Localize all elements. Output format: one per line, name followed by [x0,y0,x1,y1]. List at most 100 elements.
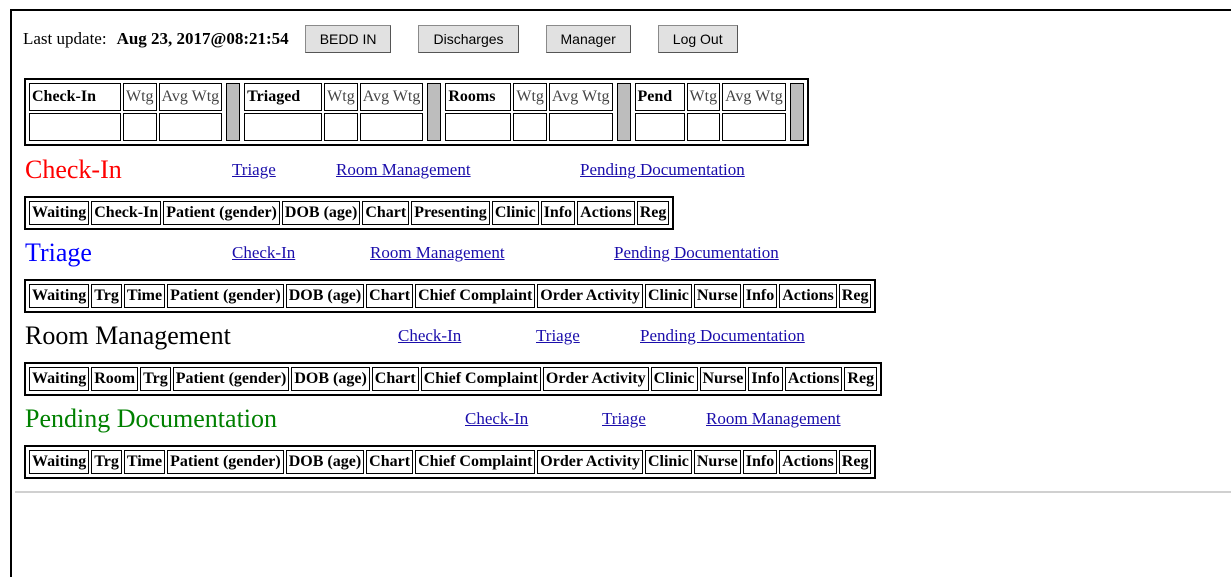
summary-label: Rooms [445,83,512,111]
column-header: Reg [636,201,670,225]
column-header: Clinic [644,284,692,308]
link-room-management[interactable]: Room Management [706,409,841,429]
link-pending-documentation[interactable]: Pending Documentation [640,326,805,346]
column-header: Order Activity [542,367,649,391]
column-header: Chief Complaint [415,450,536,474]
column-header: Actions [779,450,837,474]
column-header: Clinic [491,201,539,225]
column-header: Clinic [650,367,698,391]
section-title: Pending Documentation [25,404,278,433]
column-header: Reg [844,367,878,391]
summary-avg-label: Avg Wtg [158,83,223,111]
column-header: Chief Complaint [415,284,536,308]
column-header: Nurse [693,284,741,308]
last-update-timestamp: Aug 23, 2017@08:21:54 [116,29,289,48]
column-header: Trg [140,367,171,391]
summary-wtg-cell [686,113,721,141]
link-room-management[interactable]: Room Management [370,243,505,263]
summary-wtg-label: Wtg [123,83,157,111]
column-header: Patient (gender) [163,201,280,225]
column-header: Info [540,201,576,225]
column-header: Nurse [693,450,741,474]
summary-avg-cell [158,113,223,141]
column-header: Actions [779,284,837,308]
column-header: Patient (gender) [167,284,284,308]
column-header: Waiting [29,450,90,474]
pending-documentation-table: Waiting Trg Time Patient (gender) DOB (age) C… [24,445,877,479]
link-pending-documentation[interactable]: Pending Documentation [580,160,745,180]
link-check-in[interactable]: Check-In [232,243,295,263]
summary-wtg-cell [123,113,157,141]
summary-triaged: Triaged Wtg Avg Wtg [242,81,443,143]
summary-separator [226,83,241,141]
summary-pend: Pend Wtg Avg Wtg [633,81,806,143]
section-room-management-heading: Room Management Check-In Triage Pending … [25,321,805,351]
column-header: Nurse [699,367,747,391]
summary-label: Check-In [29,83,121,111]
column-header: DOB (age) [291,367,370,391]
column-header: Chart [366,450,414,474]
column-header: Actions [577,201,635,225]
summary-avg-cell [359,113,424,141]
summary-separator [616,83,631,141]
summary-count-cell [244,113,323,141]
summary-avg-label: Avg Wtg [722,83,786,111]
summary-avg-cell [548,113,613,141]
column-header: Reg [838,284,872,308]
summary-rooms: Rooms Wtg Avg Wtg [443,81,632,143]
link-check-in[interactable]: Check-In [465,409,528,429]
summary-wtg-label: Wtg [324,83,358,111]
column-header: Time [123,450,166,474]
summary-label: Triaged [244,83,323,111]
checkin-table: Waiting Check-In Patient (gender) DOB (age)… [24,196,675,230]
column-header: Clinic [644,450,692,474]
discharges-button[interactable]: Discharges [418,25,519,53]
column-header: Presenting [411,201,490,225]
link-room-management[interactable]: Room Management [336,160,471,180]
column-header: Check-In [91,201,162,225]
summary-avg-label: Avg Wtg [548,83,613,111]
summary-count-cell [29,113,121,141]
column-header: Order Activity [537,284,643,308]
summary-avg-cell [722,113,786,141]
summary-avg-label: Avg Wtg [359,83,424,111]
section-pending-documentation-heading: Pending Documentation Check-In Triage Ro… [25,404,841,434]
summary-checkin: Check-In Wtg Avg Wtg [27,81,242,143]
summary-wtg-label: Wtg [513,83,547,111]
column-header: Info [748,367,783,391]
column-header: Room [91,367,139,391]
column-header: Chart [371,367,419,391]
column-header: DOB (age) [285,284,365,308]
triage-table: Waiting Trg Time Patient (gender) DOB (age) C… [24,279,877,313]
summary-count-cell [634,113,685,141]
link-pending-documentation[interactable]: Pending Documentation [614,243,779,263]
column-header: DOB (age) [285,450,365,474]
column-header: Waiting [29,201,90,225]
column-header: Reg [838,450,872,474]
section-checkin-heading: Check-In Triage Room Management Pending … [25,155,745,185]
link-triage[interactable]: Triage [602,409,646,429]
section-title: Check-In [25,155,122,184]
summary-label: Pend [634,83,685,111]
manager-button[interactable]: Manager [545,25,631,53]
column-header: Chief Complaint [420,367,541,391]
column-header: Actions [784,367,843,391]
summary-wtg-cell [324,113,358,141]
column-header: Waiting [29,284,90,308]
bedd-in-button[interactable]: BEDD IN [304,25,392,53]
column-header: DOB (age) [281,201,361,225]
column-header: Info [742,284,778,308]
horizontal-rule [15,491,1231,493]
log-out-button[interactable]: Log Out [657,25,738,53]
link-triage[interactable]: Triage [232,160,276,180]
summary-board: Check-In Wtg Avg Wtg Triaged Wtg Avg Wtg… [24,78,809,146]
link-check-in[interactable]: Check-In [398,326,461,346]
column-header: Chart [366,284,414,308]
column-header: Patient (gender) [167,450,284,474]
column-header: Patient (gender) [172,367,290,391]
column-header: Order Activity [537,450,643,474]
summary-separator [427,83,442,141]
section-title: Triage [25,238,92,267]
column-header: Info [742,450,778,474]
link-triage[interactable]: Triage [536,326,580,346]
